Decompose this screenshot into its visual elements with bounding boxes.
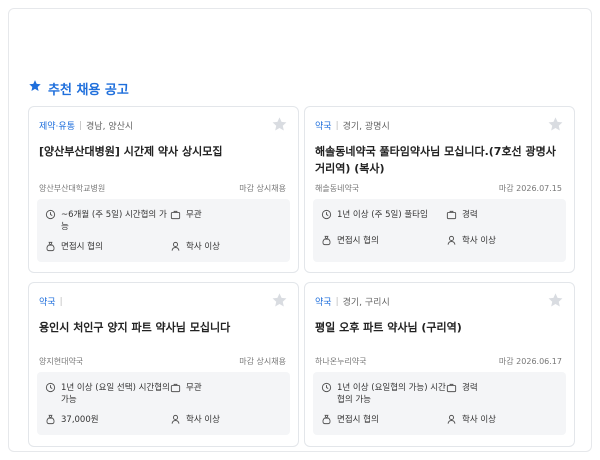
card-meta: 해솔동네약국 마감 2026.07.15	[315, 183, 562, 194]
person-icon	[170, 414, 181, 425]
job-info-box: 1년 이상 (주 5일) 풀타임 경력 면접시 협의 학사 이상	[313, 199, 566, 262]
location-tag: 경기, 구리시	[342, 298, 390, 308]
briefcase-icon	[170, 209, 181, 220]
job-title[interactable]: 평일 오후 파트 약사님 (구리역)	[315, 319, 560, 336]
location-tag: 경남, 양산시	[86, 122, 134, 132]
salary-item: 면접시 협의	[321, 235, 446, 253]
experience-item: 1년 이상 (주 5일) 풀타임	[321, 209, 446, 227]
tag-separator: |	[59, 296, 63, 307]
money-bag-icon	[45, 241, 56, 252]
location-tag: 경기, 광명시	[342, 122, 390, 132]
category-tag: 약국	[315, 122, 332, 132]
employment-item: 무관	[170, 209, 282, 233]
money-bag-icon	[45, 414, 56, 425]
tag-separator: |	[78, 120, 83, 131]
money-bag-icon	[321, 414, 332, 425]
clock-icon	[45, 209, 56, 220]
company-name: 양지현대약국	[39, 357, 84, 366]
card-tags: 약국 |	[39, 295, 67, 309]
briefcase-icon	[446, 209, 457, 220]
experience-item: ~6개월 (주 5일) 시간협의 가능	[45, 209, 170, 233]
salary-item: 면접시 협의	[321, 414, 446, 426]
job-title[interactable]: 해솔동네약국 풀타임약사님 모십니다.(7호선 광명사거리역) (복사)	[315, 143, 560, 177]
employment-item: 경력	[446, 382, 558, 406]
deadline: 마감 상시채용	[239, 184, 286, 193]
job-title[interactable]: 용인시 처인구 양지 파트 약사님 모십니다	[39, 319, 284, 336]
card-tags: 제약·유통 | 경남, 양산시	[39, 119, 134, 133]
category-tag: 약국	[315, 298, 332, 308]
card-tags: 약국 | 경기, 광명시	[315, 119, 390, 133]
clock-icon	[321, 382, 332, 393]
card-meta: 양지현대약국 마감 상시채용	[39, 356, 286, 367]
star-icon	[28, 79, 42, 97]
briefcase-icon	[446, 382, 457, 393]
salary-item: 면접시 협의	[45, 241, 170, 253]
deadline: 마감 2026.07.15	[498, 184, 562, 193]
card-tags: 약국 | 경기, 구리시	[315, 295, 390, 309]
tag-separator: |	[335, 296, 339, 307]
job-card[interactable]: 약국 | 경기, 구리시 평일 오후 파트 약사님 (구리역) 하나온누리약국 …	[304, 282, 575, 447]
section-title-text: 추천 채용 공고	[48, 82, 129, 98]
bookmark-star-icon[interactable]	[271, 292, 288, 309]
job-title[interactable]: [양산부산대병원] 시간제 약사 상시모집	[39, 143, 284, 160]
salary-item: 37,000원	[45, 414, 170, 426]
education-item: 학사 이상	[446, 235, 558, 253]
category-tag: 제약·유통	[39, 122, 75, 132]
company-name: 해솔동네약국	[315, 184, 360, 193]
tag-separator: |	[335, 120, 339, 131]
education-item: 학사 이상	[170, 241, 282, 253]
card-meta: 하나온누리약국 마감 2026.06.17	[315, 356, 562, 367]
job-info-box: ~6개월 (주 5일) 시간협의 가능 무관 면접시 협의 학사 이상	[37, 199, 290, 262]
bookmark-star-icon[interactable]	[271, 116, 288, 133]
deadline: 마감 상시채용	[239, 357, 286, 366]
bookmark-star-icon[interactable]	[547, 292, 564, 309]
job-card[interactable]: 약국 | 용인시 처인구 양지 파트 약사님 모십니다 양지현대약국 마감 상시…	[28, 282, 299, 447]
person-icon	[170, 241, 181, 252]
job-card[interactable]: 제약·유통 | 경남, 양산시 [양산부산대병원] 시간제 약사 상시모집 양산…	[28, 106, 299, 273]
person-icon	[446, 235, 457, 246]
bookmark-star-icon[interactable]	[547, 116, 564, 133]
job-card[interactable]: 약국 | 경기, 광명시 해솔동네약국 풀타임약사님 모십니다.(7호선 광명사…	[304, 106, 575, 273]
company-name: 양산부산대학교병원	[39, 184, 106, 193]
education-item: 학사 이상	[446, 414, 558, 426]
deadline: 마감 2026.06.17	[498, 357, 562, 366]
clock-icon	[45, 382, 56, 393]
employment-item: 경력	[446, 209, 558, 227]
person-icon	[446, 414, 457, 425]
job-info-box: 1년 이상 (요일협의 가능) 시간협의 가능 경력 면접시 협의 학사 이상	[313, 372, 566, 435]
company-name: 하나온누리약국	[315, 357, 367, 366]
job-info-box: 1년 이상 (요일 선택) 시간협의 가능 무관 37,000원 학사 이상	[37, 372, 290, 435]
clock-icon	[321, 209, 332, 220]
briefcase-icon	[170, 382, 181, 393]
section-title: 추천 채용 공고	[28, 78, 129, 98]
education-item: 학사 이상	[170, 414, 282, 426]
money-bag-icon	[321, 235, 332, 246]
employment-item: 무관	[170, 382, 282, 406]
card-meta: 양산부산대학교병원 마감 상시채용	[39, 183, 286, 194]
experience-item: 1년 이상 (요일협의 가능) 시간협의 가능	[321, 382, 446, 406]
experience-item: 1년 이상 (요일 선택) 시간협의 가능	[45, 382, 170, 406]
category-tag: 약국	[39, 298, 56, 308]
